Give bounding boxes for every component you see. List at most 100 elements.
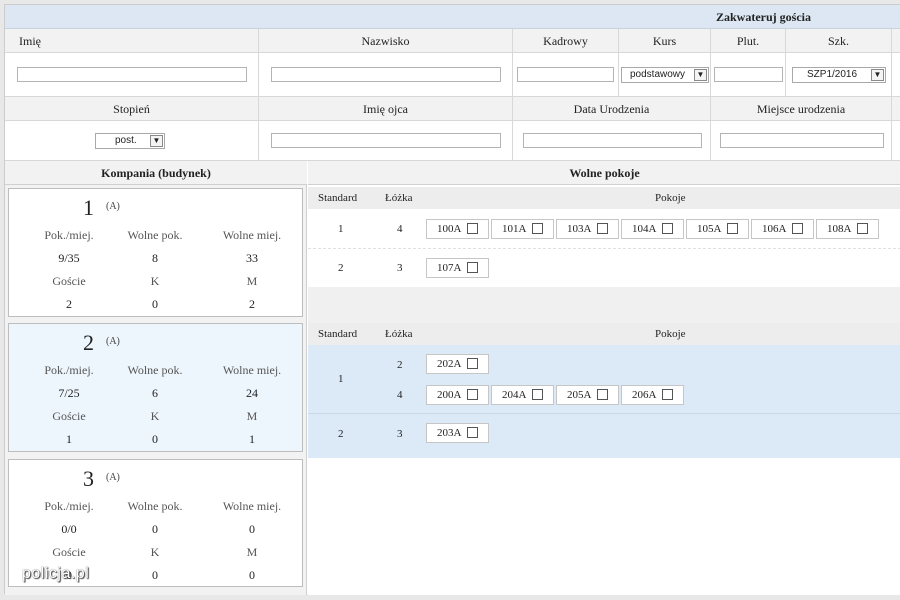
label-plut: Plut. [711, 29, 786, 53]
room-108A[interactable]: 108A [816, 219, 879, 239]
label-goscie: Goście [52, 274, 86, 288]
room-checkbox[interactable] [467, 427, 478, 438]
label-m: M [246, 409, 258, 423]
room-105A[interactable]: 105A [686, 219, 749, 239]
beds-value: 2 [397, 359, 403, 371]
stopien-select[interactable]: post. ▼ [95, 133, 165, 149]
header-lozka: Łóżka [385, 192, 413, 204]
room-number: 105A [697, 223, 722, 235]
form-title-bar: Zakwateruj gościa [5, 5, 900, 29]
value-k: 0 [152, 432, 158, 446]
room-107A[interactable]: 107A [426, 258, 489, 278]
company-card-1[interactable]: 1 (A) Pok./miej. Wolne pok. Wolne miej. 9/35 8… [8, 188, 303, 317]
companies-panel: Kompania (budynek) 1 (A) Pok./miej. Wolne p… [5, 161, 307, 595]
label-stopien: Stopień [5, 97, 259, 121]
value-wolne-miej: 24 [246, 386, 258, 400]
father-name-input[interactable] [271, 133, 501, 148]
companies-header: Kompania (budynek) [5, 161, 307, 185]
label-goscie: Goście [52, 409, 86, 423]
value-goscie: 1 [66, 432, 72, 446]
beds-value: 3 [397, 262, 403, 274]
kurs-selected-value: podstawowy [630, 69, 686, 80]
label-goscie: Goście [52, 545, 86, 559]
label-szk: Szk. [786, 29, 892, 53]
room-206A[interactable]: 206A [621, 385, 684, 405]
room-number: 104A [632, 223, 657, 235]
panel-gap [308, 287, 900, 323]
company-number: 1 [83, 195, 94, 220]
room-checkbox[interactable] [467, 262, 478, 273]
room-checkbox[interactable] [727, 223, 738, 234]
room-checkbox[interactable] [597, 223, 608, 234]
room-number: 202A [437, 358, 462, 370]
label-wolne-miej: Wolne miej. [222, 228, 282, 242]
company-card-2[interactable]: 2 (A) Pok./miej. Wolne pok. Wolne miej. 7/25 6… [8, 323, 303, 452]
room-100A[interactable]: 100A [426, 219, 489, 239]
room-104A[interactable]: 104A [621, 219, 684, 239]
standard-value: 2 [338, 428, 344, 440]
label-miejsce-urodzenia: Miejsce urodzenia [711, 97, 892, 121]
room-checkbox[interactable] [662, 223, 673, 234]
label-kadrowy: Kadrowy [513, 29, 619, 53]
room-checkbox[interactable] [857, 223, 868, 234]
room-number: 108A [827, 223, 852, 235]
plut-input[interactable] [714, 67, 783, 82]
building-tag: (A) [106, 472, 120, 483]
kurs-select[interactable]: podstawowy ▼ [621, 67, 709, 83]
header-standard: Standard [318, 192, 358, 204]
company-number: 3 [83, 466, 94, 491]
form-header-row-1: Imię Nazwisko Kadrowy Kurs Plut. Szk. [5, 29, 900, 53]
value-m: 2 [249, 297, 255, 311]
value-pok-miej: 9/35 [58, 251, 80, 265]
beds-value: 4 [397, 223, 403, 235]
guest-accommodation-panel: Zakwateruj gościa Imię Nazwisko Kadrowy … [4, 4, 900, 595]
room-200A[interactable]: 200A [426, 385, 489, 405]
value-wolne-pok: 6 [152, 386, 158, 400]
first-name-input[interactable] [17, 67, 247, 82]
szk-select[interactable]: SZP1/2016 ▼ [792, 67, 886, 83]
standard-value: 1 [338, 223, 344, 235]
room-table-header: Standard Łóżka Pokoje [308, 323, 900, 345]
room-checkbox[interactable] [467, 358, 478, 369]
label-wolne-miej: Wolne miej. [222, 363, 282, 377]
room-205A[interactable]: 205A [556, 385, 619, 405]
kadrowy-input[interactable] [517, 67, 614, 82]
label-imie: Imię [5, 29, 259, 53]
watermark-logo: policja.pl [22, 565, 90, 582]
value-m: 0 [249, 568, 255, 582]
standard-value: 2 [338, 262, 344, 274]
birth-place-input[interactable] [720, 133, 884, 148]
value-wolne-pok: 0 [152, 522, 158, 536]
room-101A[interactable]: 101A [491, 219, 554, 239]
beds-value: 4 [397, 389, 403, 401]
room-checkbox[interactable] [792, 223, 803, 234]
room-checkbox[interactable] [467, 223, 478, 234]
room-checkbox[interactable] [662, 389, 673, 400]
room-table-header: Standard Łóżka Pokoje [308, 187, 900, 209]
birth-date-input[interactable] [523, 133, 702, 148]
label-k: K [150, 274, 160, 288]
row-divider [308, 248, 900, 249]
label-k: K [150, 409, 160, 423]
label-wolne-pok: Wolne pok. [127, 363, 183, 377]
last-name-input[interactable] [271, 67, 501, 82]
value-k: 0 [152, 297, 158, 311]
building-tag: (A) [106, 201, 120, 212]
room-number: 200A [437, 389, 462, 401]
room-202A[interactable]: 202A [426, 354, 489, 374]
room-checkbox[interactable] [467, 389, 478, 400]
room-checkbox[interactable] [597, 389, 608, 400]
room-checkbox[interactable] [532, 389, 543, 400]
room-203A[interactable]: 203A [426, 423, 489, 443]
header-lozka: Łóżka [385, 328, 413, 340]
label-wolne-miej: Wolne miej. [222, 499, 282, 513]
form-header-row-2: Stopień Imię ojca Data Urodzenia Miejsce… [5, 97, 900, 121]
value-wolne-pok: 8 [152, 251, 158, 265]
room-204A[interactable]: 204A [491, 385, 554, 405]
free-rooms-header: Wolne pokoje [308, 161, 900, 185]
form-input-row-1: podstawowy ▼ SZP1/2016 ▼ [5, 53, 900, 97]
form-title: Zakwateruj gościa [716, 10, 811, 24]
room-checkbox[interactable] [532, 223, 543, 234]
room-106A[interactable]: 106A [751, 219, 814, 239]
room-103A[interactable]: 103A [556, 219, 619, 239]
